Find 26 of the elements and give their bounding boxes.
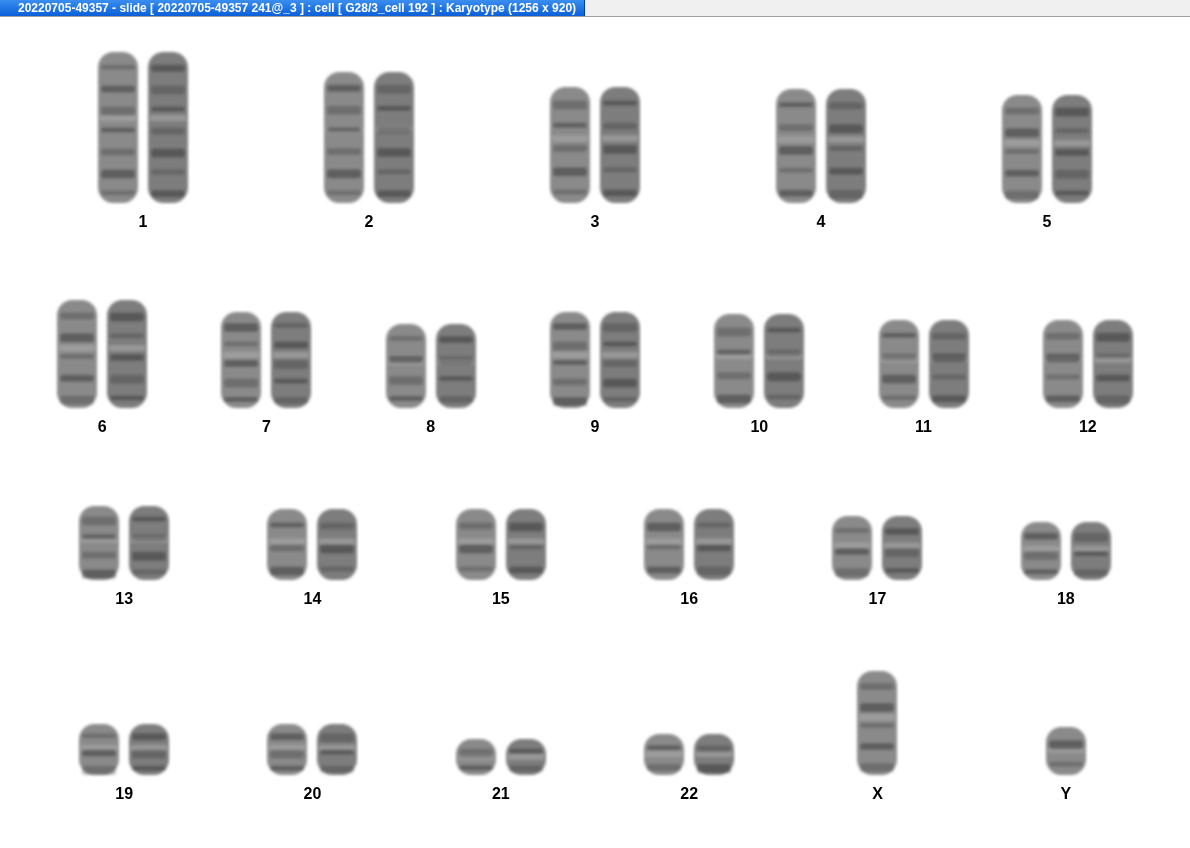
chromosome-label: 14 — [303, 590, 322, 608]
chromosome-label: 11 — [915, 418, 932, 436]
chromosome-label: 13 — [115, 590, 134, 608]
chromosome-label: 9 — [590, 418, 600, 436]
chromosome-label: 5 — [1042, 213, 1052, 231]
chromosome-label: 22 — [680, 785, 699, 803]
chromosome-label: Y — [1060, 785, 1072, 803]
chromosome-label: 16 — [680, 590, 699, 608]
chromosome-label: 4 — [816, 213, 826, 231]
chromosome-drawing — [1043, 725, 1088, 777]
chromosome-label: 20 — [303, 785, 322, 803]
chromosome-label: 12 — [1078, 418, 1097, 436]
chromosome-label: 21 — [491, 785, 510, 803]
chromosome-label: 10 — [750, 418, 769, 436]
window-title[interactable]: 20220705-49357 - slide [ 20220705-49357 241@_3 ] : cell [ G28/3_cell 192 ] : Karyotype (1256 x 920) — [0, 0, 586, 16]
chromosome-label: 15 — [491, 590, 510, 608]
chromosome-label: 18 — [1056, 590, 1075, 608]
chromosome-label: 3 — [590, 213, 600, 231]
chromosome-label: 17 — [868, 590, 887, 608]
chromosome-label: 19 — [115, 785, 134, 803]
chromosome-label: 1 — [138, 213, 148, 231]
chromosome-label: 6 — [97, 418, 107, 436]
chromosome-label: 8 — [426, 418, 436, 436]
chromosome-label: X — [872, 785, 883, 803]
chromosome-label: 7 — [261, 418, 271, 436]
chromosome-label: 2 — [364, 213, 374, 231]
